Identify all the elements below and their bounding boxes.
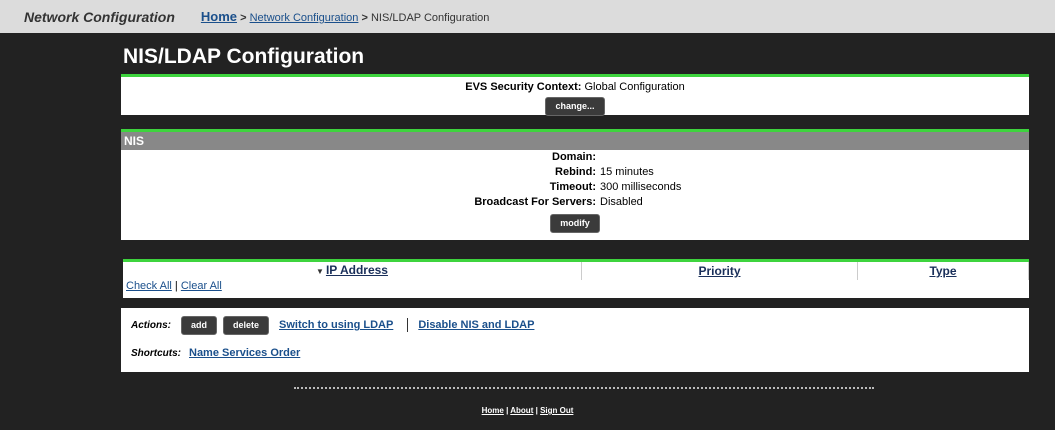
type-sort-link[interactable]: Type	[929, 264, 956, 278]
table-header-row: ▼ IP Address Priority Type	[123, 262, 1029, 280]
nis-section-header: NIS	[121, 132, 1029, 150]
clear-all-link[interactable]: Clear All	[181, 280, 222, 292]
evs-security-label: EVS Security Context:	[465, 81, 582, 93]
domain-label: Domain:	[552, 151, 596, 163]
rebind-label: Rebind:	[555, 166, 596, 178]
check-links: Check All | Clear All	[123, 280, 1029, 293]
modify-button[interactable]: modify	[550, 214, 600, 233]
main-content: NIS/LDAP Configuration EVS Security Cont…	[121, 33, 1029, 372]
nis-field-row: Domain:	[121, 150, 1029, 165]
priority-sort-link[interactable]: Priority	[698, 264, 740, 278]
breadcrumb-separator: >	[361, 12, 368, 24]
evs-security-panel: EVS Security Context: Global Configurati…	[121, 74, 1029, 116]
delete-button[interactable]: delete	[223, 315, 270, 335]
breadcrumb-network-configuration-link[interactable]: Network Configuration	[250, 12, 359, 24]
type-column-header[interactable]: Type	[857, 262, 1029, 280]
ip-address-table: ▼ IP Address Priority Type	[123, 262, 1029, 280]
nis-field-row: Rebind: 15 minutes	[121, 165, 1029, 180]
ip-address-table-panel: ▼ IP Address Priority Type Check All | Cl…	[123, 259, 1029, 298]
check-all-link[interactable]: Check All	[126, 280, 172, 292]
footer-about-link[interactable]: About	[510, 406, 533, 415]
ip-address-sort-link[interactable]: IP Address	[326, 263, 388, 277]
breadcrumb-separator: >	[240, 12, 247, 24]
divider	[407, 318, 409, 332]
ip-address-column-header[interactable]: ▼ IP Address	[123, 262, 582, 280]
breadcrumb-current: NIS/LDAP Configuration	[370, 12, 490, 24]
priority-column-header[interactable]: Priority	[581, 262, 858, 280]
footer-divider: |	[506, 406, 509, 415]
actions-row: Actions: add delete Switch to using LDAP…	[131, 308, 1029, 336]
nis-field-row: Broadcast For Servers: Disabled	[121, 195, 1029, 210]
actions-panel: Actions: add delete Switch to using LDAP…	[121, 308, 1029, 372]
actions-label: Actions:	[131, 319, 171, 331]
breadcrumb: Home > Network Configuration > NIS/LDAP …	[201, 9, 490, 24]
disable-nis-ldap-link[interactable]: Disable NIS and LDAP	[418, 319, 534, 331]
shortcuts-row: Shortcuts: Name Services Order	[131, 345, 1029, 361]
broadcast-value: Disabled	[600, 196, 643, 208]
app-title: Network Configuration	[24, 8, 175, 25]
dotted-divider	[294, 387, 874, 389]
footer-sign-out-link[interactable]: Sign Out	[540, 406, 573, 415]
shortcuts-label: Shortcuts:	[131, 347, 181, 359]
evs-security-value: Global Configuration	[584, 81, 685, 93]
switch-to-ldap-link[interactable]: Switch to using LDAP	[279, 319, 393, 331]
timeout-label: Timeout:	[549, 181, 596, 193]
timeout-value: 300 milliseconds	[600, 181, 682, 193]
breadcrumb-home-link[interactable]: Home	[201, 9, 237, 24]
footer-divider: |	[535, 406, 538, 415]
domain-value	[600, 150, 1029, 165]
rebind-value: 15 minutes	[600, 166, 654, 178]
nis-panel: NIS Domain: Rebind: 15 minutes Timeout: …	[121, 129, 1029, 240]
sort-descending-icon: ▼	[316, 267, 324, 276]
nis-field-row: Timeout: 300 milliseconds	[121, 180, 1029, 195]
top-bar: Network Configuration Home > Network Con…	[0, 0, 1055, 33]
broadcast-label: Broadcast For Servers:	[474, 196, 596, 208]
add-button[interactable]: add	[181, 315, 218, 335]
page-title: NIS/LDAP Configuration	[123, 45, 365, 68]
footer: Home | About | Sign Out	[0, 406, 1055, 415]
change-button[interactable]: change...	[545, 97, 605, 116]
footer-home-link[interactable]: Home	[482, 406, 504, 415]
name-services-order-link[interactable]: Name Services Order	[189, 347, 300, 359]
link-divider: |	[174, 280, 178, 292]
